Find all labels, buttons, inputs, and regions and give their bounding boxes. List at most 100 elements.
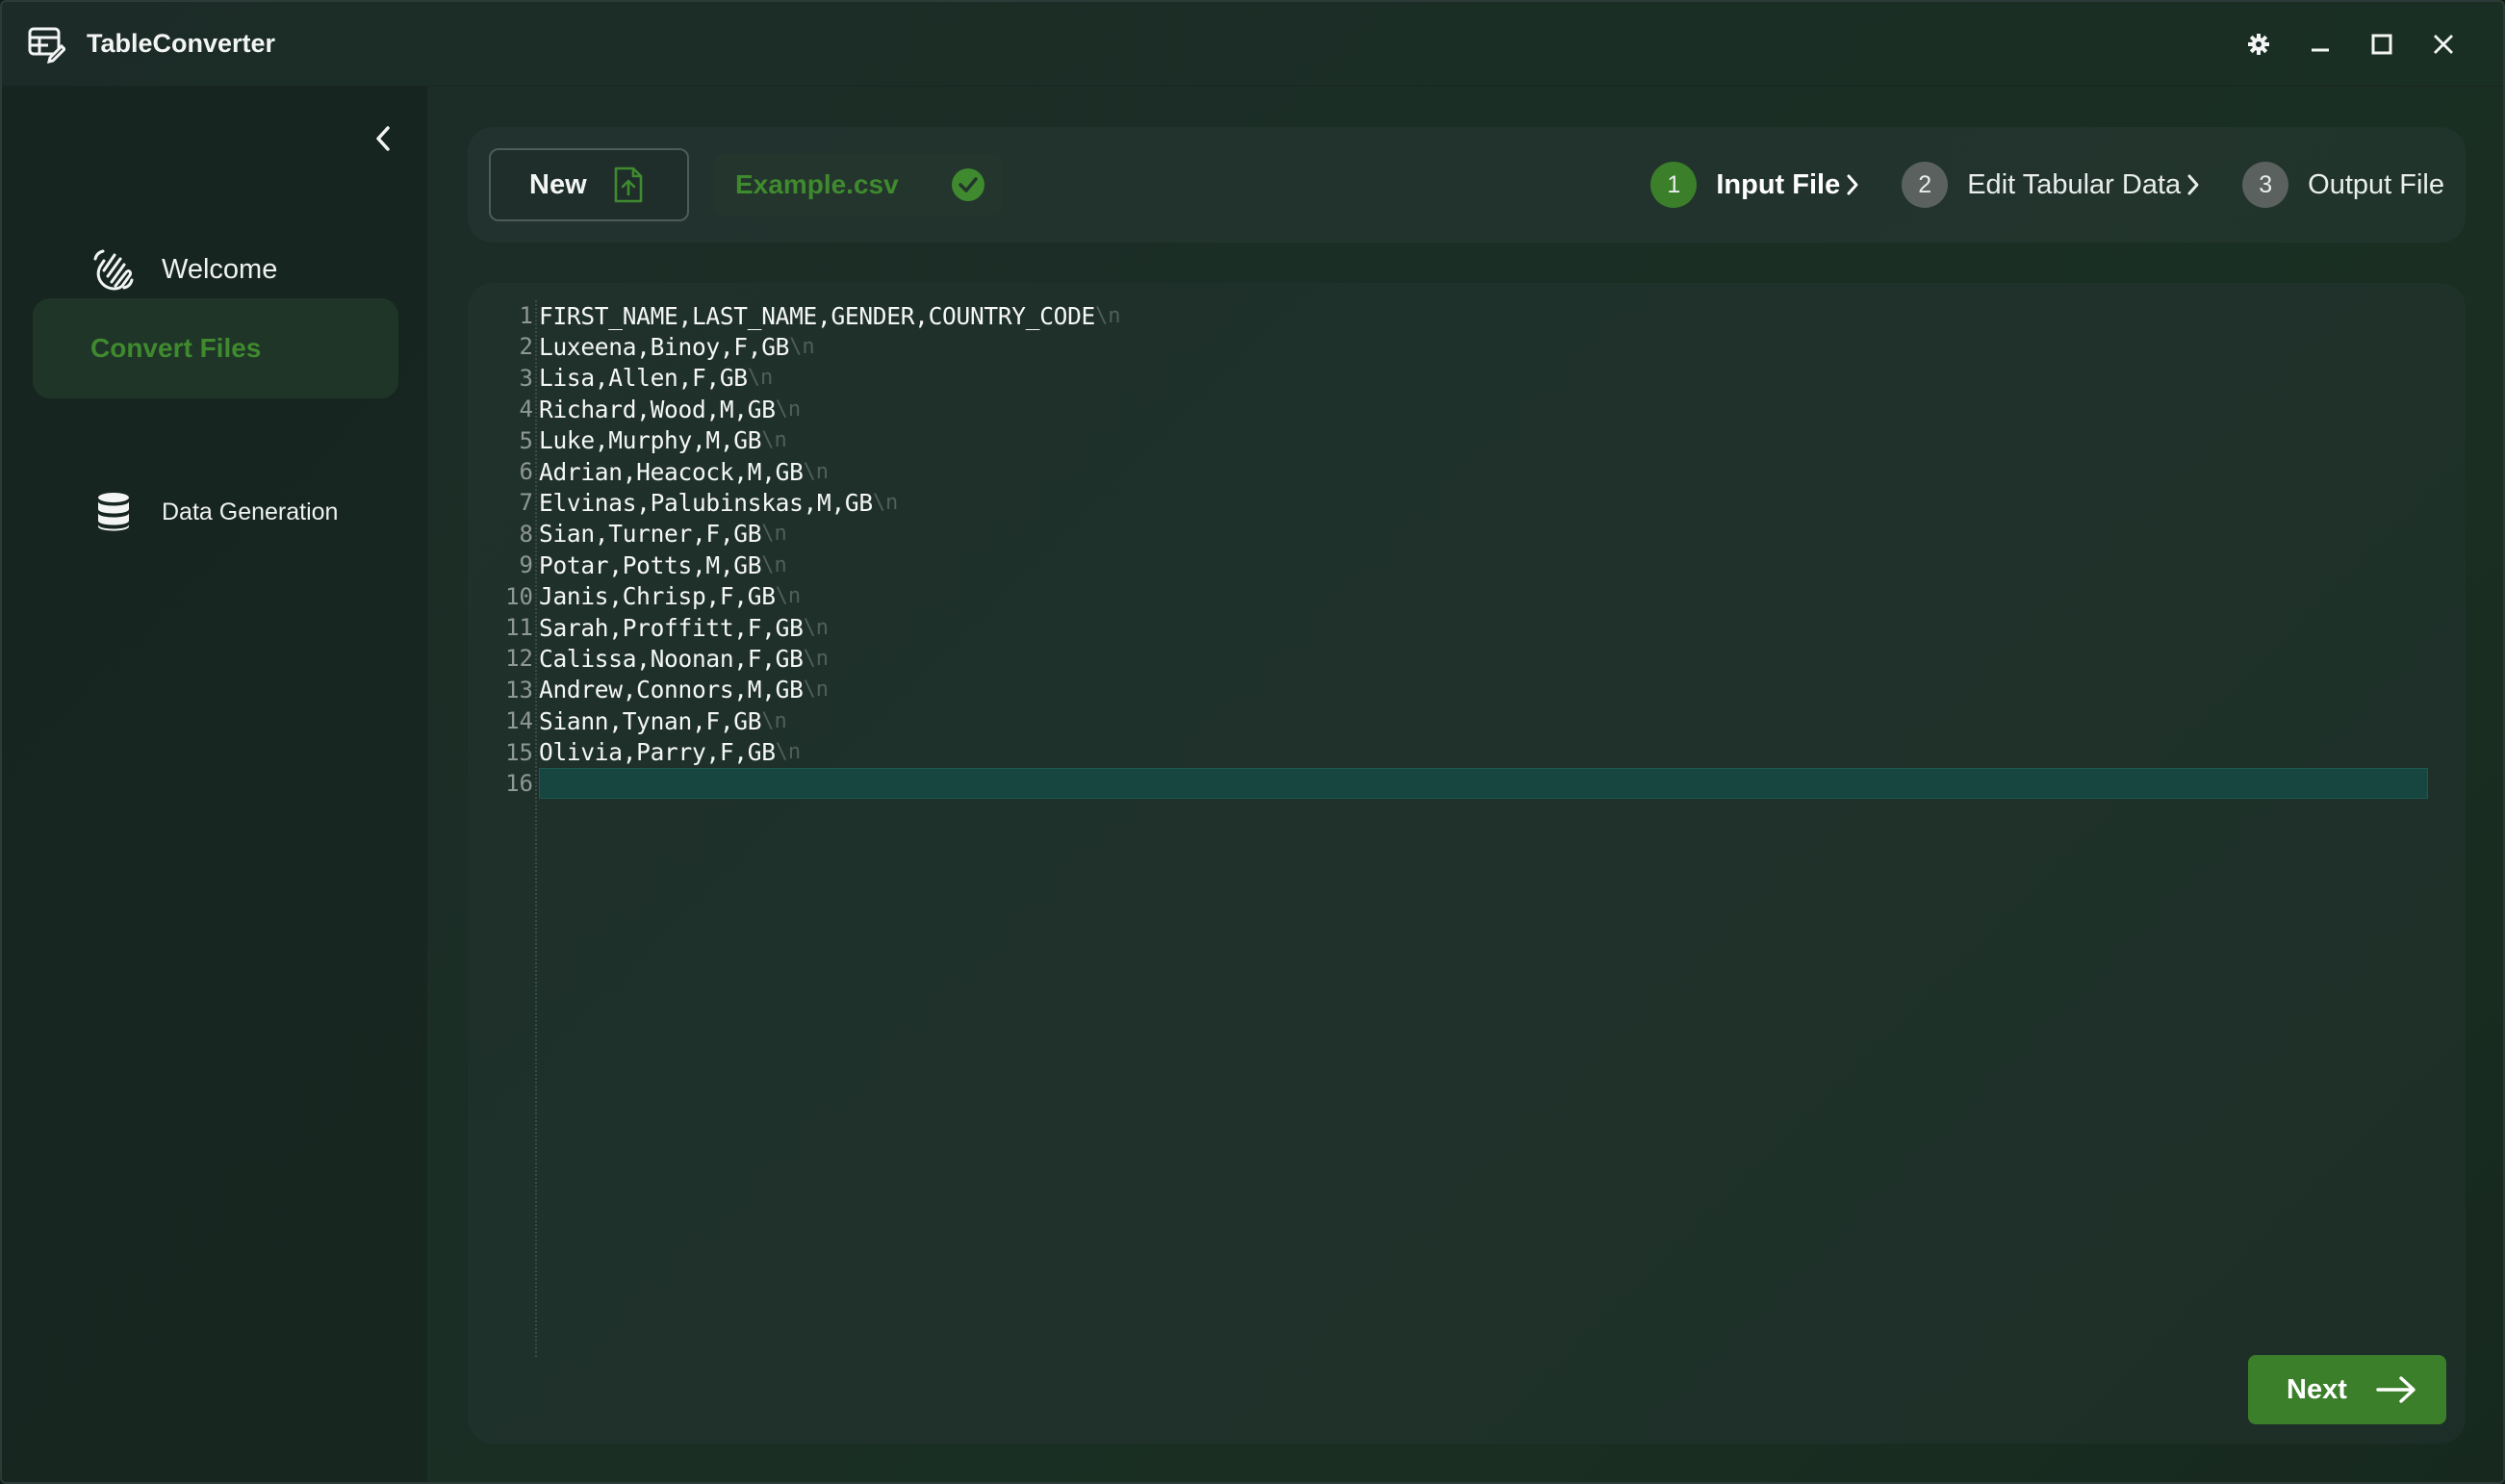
newline-marker: \n bbox=[761, 522, 787, 547]
line-number: 5 bbox=[519, 426, 533, 454]
step-number: 3 bbox=[2242, 162, 2289, 208]
line-number: 16 bbox=[505, 770, 533, 797]
toolbar: New Example.csv 1 Input File 2 Edit Tabu… bbox=[468, 127, 2466, 243]
line-number: 13 bbox=[505, 676, 533, 704]
editor-line[interactable]: 9 Potar,Potts,M,GB \n bbox=[485, 550, 2410, 580]
line-text: Potar,Potts,M,GB bbox=[539, 550, 762, 579]
settings-button[interactable] bbox=[2228, 21, 2289, 67]
newline-marker: \n bbox=[761, 708, 787, 733]
editor-line[interactable]: 6 Adrian,Heacock,M,GB \n bbox=[485, 456, 2410, 487]
editor-line[interactable]: 7 Elvinas,Palubinskas,M,GB \n bbox=[485, 487, 2410, 518]
line-text: Adrian,Heacock,M,GB bbox=[539, 457, 804, 486]
sidebar-item-data-generation[interactable]: Data Generation bbox=[33, 462, 398, 562]
line-text: Olivia,Parry,F,GB bbox=[539, 738, 776, 767]
line-text: Luke,Murphy,M,GB bbox=[539, 426, 762, 455]
line-text: FIRST_NAME,LAST_NAME,GENDER,COUNTRY_CODE bbox=[539, 301, 1096, 330]
newline-marker: \n bbox=[872, 490, 899, 515]
close-button[interactable] bbox=[2413, 21, 2474, 67]
line-text: Sarah,Proffitt,F,GB bbox=[539, 613, 804, 642]
sidebar-item-convert-files[interactable]: Convert Files bbox=[33, 298, 398, 398]
csv-text-editor[interactable]: 1 FIRST_NAME,LAST_NAME,GENDER,COUNTRY_COD… bbox=[485, 300, 2428, 1357]
line-number: 12 bbox=[505, 645, 533, 673]
minimize-button[interactable] bbox=[2289, 21, 2351, 67]
newline-marker: \n bbox=[803, 459, 830, 484]
newline-marker: \n bbox=[761, 428, 787, 453]
newline-marker: \n bbox=[775, 397, 802, 422]
chevron-right-icon bbox=[2186, 172, 2204, 197]
new-file-button[interactable]: New bbox=[489, 148, 689, 221]
stepper: 1 Input File 2 Edit Tabular Data 3 Outpu… bbox=[1612, 158, 2444, 212]
line-number: 7 bbox=[519, 489, 533, 517]
gear-icon bbox=[2248, 34, 2269, 55]
window-controls bbox=[2228, 21, 2474, 67]
title-bar: TableConverter bbox=[2, 2, 2503, 87]
editor-line[interactable]: 8 Sian,Turner,F,GB \n bbox=[485, 519, 2410, 550]
file-name: Example.csv bbox=[735, 169, 899, 199]
editor-line[interactable]: 15 Olivia,Parry,F,GB \n bbox=[485, 737, 2410, 768]
next-button-label: Next bbox=[2287, 1373, 2347, 1405]
sidebar: Welcome Convert Files Data Generation bbox=[2, 87, 427, 1482]
step-input-file[interactable]: 1 Input File bbox=[1650, 162, 1863, 208]
app-window: TableConverter Welcome Convert Files Dat… bbox=[0, 0, 2505, 1484]
editor-line[interactable]: 4 Richard,Wood,M,GB \n bbox=[485, 394, 2410, 424]
editor-line[interactable]: 3 Lisa,Allen,F,GB \n bbox=[485, 363, 2410, 394]
line-number: 2 bbox=[519, 333, 533, 361]
editor-line[interactable]: 13 Andrew,Connors,M,GB \n bbox=[485, 675, 2410, 705]
line-number: 14 bbox=[505, 707, 533, 735]
step-edit-tabular-data[interactable]: 2 Edit Tabular Data bbox=[1902, 162, 2204, 208]
sidebar-item-label: Convert Files bbox=[90, 333, 262, 363]
editor-line[interactable]: 1 FIRST_NAME,LAST_NAME,GENDER,COUNTRY_COD… bbox=[485, 300, 2410, 331]
line-text: Lisa,Allen,F,GB bbox=[539, 364, 748, 393]
newline-marker: \n bbox=[775, 584, 802, 609]
step-label: Input File bbox=[1716, 168, 1841, 200]
line-number: 4 bbox=[519, 396, 533, 423]
newline-marker: \n bbox=[803, 678, 830, 703]
step-label: Edit Tabular Data bbox=[1967, 168, 2182, 200]
loaded-file-chip: Example.csv bbox=[714, 154, 1003, 216]
editor-line[interactable]: 12 Calissa,Noonan,F,GB \n bbox=[485, 643, 2410, 674]
line-text: Andrew,Connors,M,GB bbox=[539, 676, 804, 704]
chevron-left-icon bbox=[376, 126, 390, 151]
line-number: 10 bbox=[505, 582, 533, 610]
line-text: Richard,Wood,M,GB bbox=[539, 395, 776, 423]
line-number: 8 bbox=[519, 520, 533, 548]
maximize-button[interactable] bbox=[2351, 21, 2413, 67]
line-number: 6 bbox=[519, 458, 533, 485]
editor-line[interactable]: 10 Janis,Chrisp,F,GB \n bbox=[485, 581, 2410, 612]
newline-marker: \n bbox=[803, 615, 830, 640]
line-number: 1 bbox=[519, 302, 533, 329]
editor-line[interactable]: 16 bbox=[485, 768, 2428, 799]
editor-panel: 1 FIRST_NAME,LAST_NAME,GENDER,COUNTRY_COD… bbox=[468, 283, 2466, 1444]
next-button[interactable]: Next bbox=[2248, 1355, 2446, 1424]
editor-line[interactable]: 2 Luxeena,Binoy,F,GB \n bbox=[485, 331, 2410, 362]
sidebar-item-label: Welcome bbox=[162, 253, 278, 285]
editor-line[interactable]: 11 Sarah,Proffitt,F,GB \n bbox=[485, 612, 2410, 643]
line-text: Sian,Turner,F,GB bbox=[539, 520, 762, 549]
new-button-label: New bbox=[529, 168, 587, 200]
newline-marker: \n bbox=[789, 334, 815, 359]
waving-hand-icon bbox=[90, 246, 137, 293]
line-text: Luxeena,Binoy,F,GB bbox=[539, 332, 790, 361]
line-text: Calissa,Noonan,F,GB bbox=[539, 644, 804, 673]
newline-marker: \n bbox=[747, 366, 774, 391]
sidebar-item-label: Data Generation bbox=[162, 498, 339, 525]
editor-line[interactable]: 5 Luke,Murphy,M,GB \n bbox=[485, 425, 2410, 456]
line-number: 9 bbox=[519, 551, 533, 579]
minimize-icon bbox=[2312, 48, 2329, 52]
step-output-file[interactable]: 3 Output File bbox=[2242, 162, 2444, 208]
chevron-right-icon bbox=[1846, 172, 1863, 197]
line-text: Janis,Chrisp,F,GB bbox=[539, 582, 776, 611]
line-number: 15 bbox=[505, 738, 533, 766]
arrow-right-icon bbox=[2376, 1375, 2416, 1404]
file-upload-icon bbox=[612, 165, 645, 205]
step-number: 1 bbox=[1650, 162, 1698, 208]
step-label: Output File bbox=[2308, 168, 2444, 200]
step-number: 2 bbox=[1902, 162, 1949, 208]
editor-line[interactable]: 14 Siann,Tynan,F,GB \n bbox=[485, 705, 2410, 736]
newline-marker: \n bbox=[1095, 303, 1121, 328]
newline-marker: \n bbox=[761, 552, 787, 577]
app-title: TableConverter bbox=[87, 29, 276, 58]
check-circle-icon bbox=[952, 168, 984, 201]
current-line-highlight bbox=[539, 768, 2428, 799]
collapse-sidebar-button[interactable] bbox=[364, 119, 402, 158]
